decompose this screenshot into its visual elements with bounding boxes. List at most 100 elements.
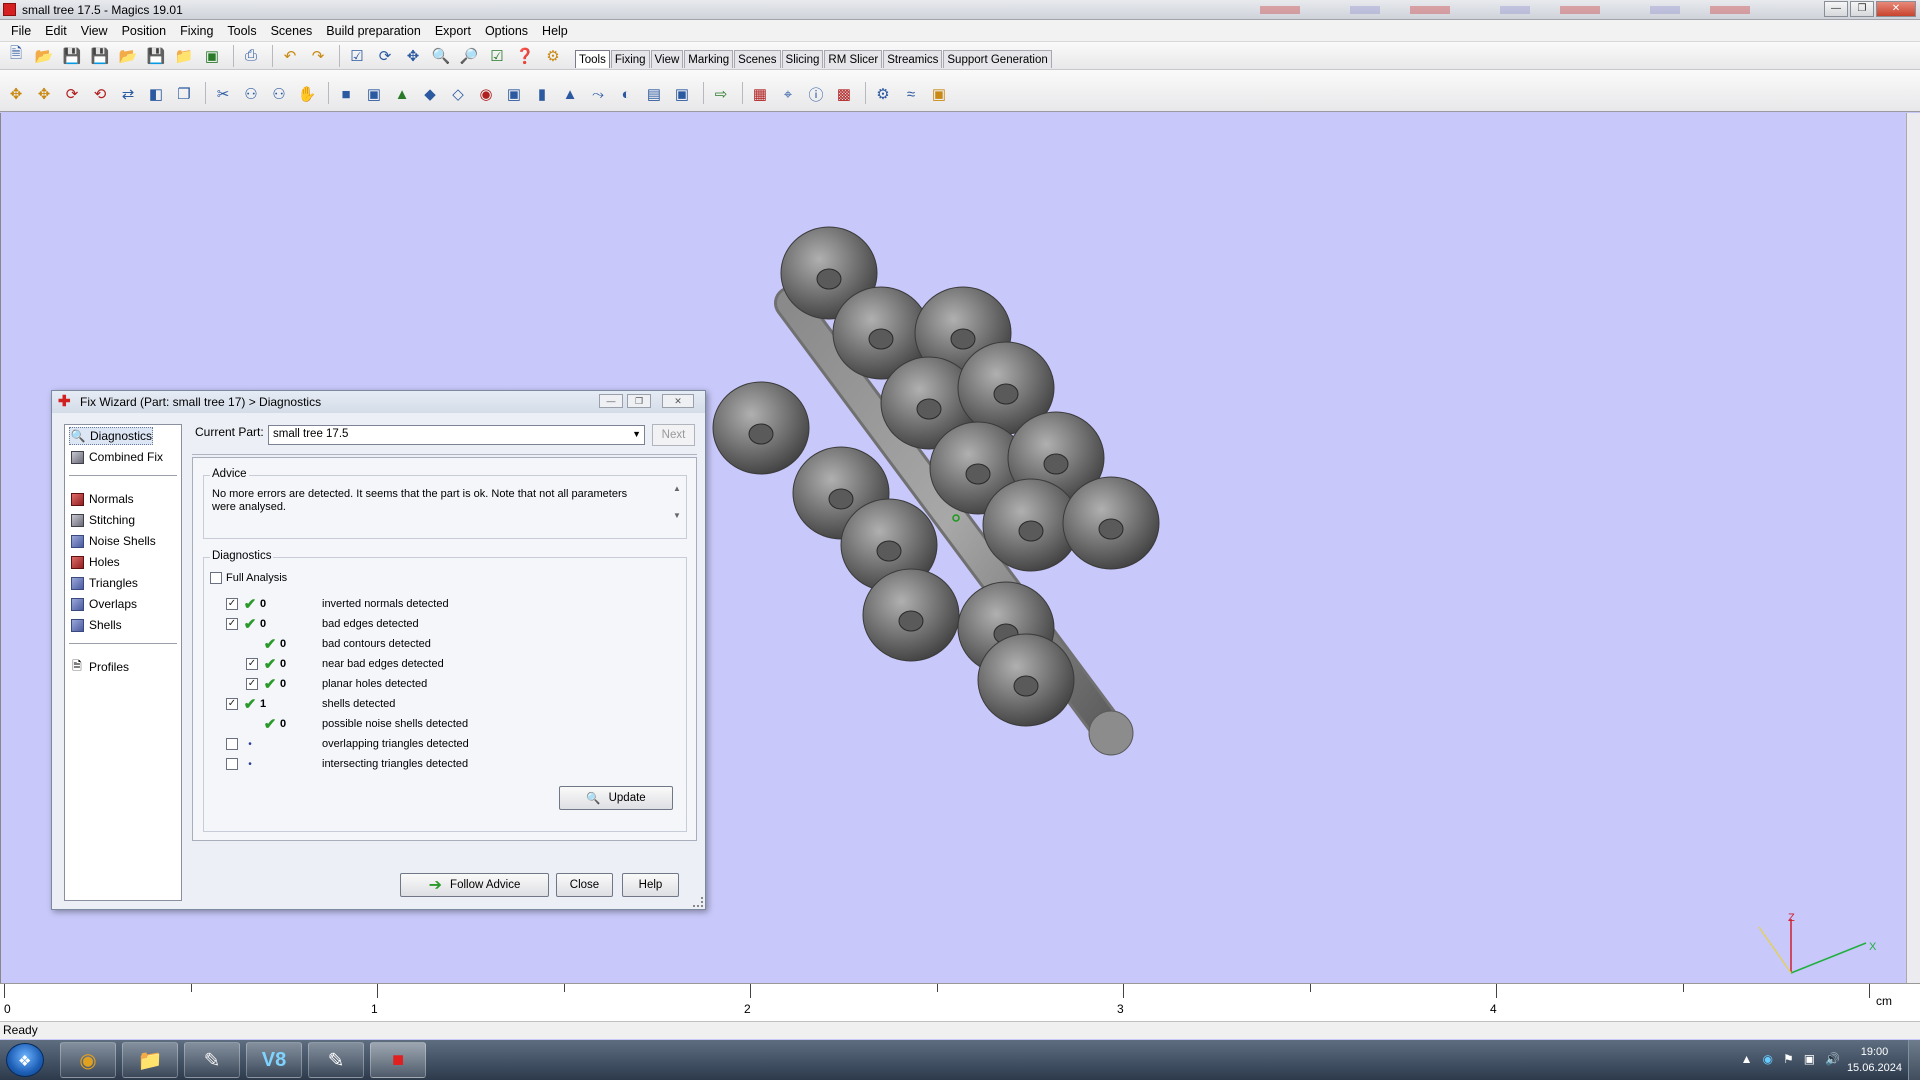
menu-position[interactable]: Position bbox=[115, 24, 173, 38]
magics-icon[interactable]: ✎ bbox=[308, 1042, 364, 1078]
nest-icon[interactable]: ▩ bbox=[832, 82, 856, 106]
menu-view[interactable]: View bbox=[74, 24, 115, 38]
label-icon[interactable]: ▦ bbox=[748, 82, 772, 106]
cylinder-icon[interactable]: ▮ bbox=[530, 82, 554, 106]
viewport-scrollbar[interactable] bbox=[1906, 113, 1920, 983]
diagnostic-checkbox[interactable] bbox=[226, 738, 238, 750]
resize-grip[interactable] bbox=[693, 897, 703, 907]
load-scene-icon[interactable]: 📁 bbox=[172, 44, 196, 68]
measure-icon[interactable]: ⌖ bbox=[776, 82, 800, 106]
settings-icon[interactable]: ⚙ bbox=[871, 82, 895, 106]
help-icon[interactable]: ❓ bbox=[513, 44, 537, 68]
merge-icon[interactable]: ◉ bbox=[474, 82, 498, 106]
diagnostic-checkbox[interactable] bbox=[226, 598, 238, 610]
maximize-button[interactable]: ❐ bbox=[1850, 1, 1874, 17]
dialog-maximize-button[interactable]: ❐ bbox=[627, 394, 651, 408]
shell-icon[interactable]: ◇ bbox=[446, 82, 470, 106]
v8-icon[interactable]: V8 bbox=[246, 1042, 302, 1078]
wave-icon[interactable]: ≈ bbox=[899, 82, 923, 106]
menu-export[interactable]: Export bbox=[428, 24, 478, 38]
next-button[interactable]: Next bbox=[652, 424, 695, 446]
update-button[interactable]: 🔍 Update bbox=[559, 786, 673, 810]
acrobat-icon[interactable]: ■ bbox=[370, 1042, 426, 1078]
translate-icon[interactable]: ✥ bbox=[4, 82, 28, 106]
current-part-select[interactable]: small tree 17.5 ▼ bbox=[268, 425, 645, 445]
diagnostic-checkbox[interactable] bbox=[226, 758, 238, 770]
nav-holes[interactable]: Holes bbox=[69, 553, 120, 571]
part-info-icon[interactable]: ⓘ bbox=[804, 82, 828, 106]
menu-edit[interactable]: Edit bbox=[38, 24, 74, 38]
nav-overlaps[interactable]: Overlaps bbox=[69, 595, 137, 613]
import-part-icon[interactable]: 📂 bbox=[116, 44, 140, 68]
folder-icon[interactable]: 📁 bbox=[122, 1042, 178, 1078]
rotate-view-icon[interactable]: ⟳ bbox=[373, 44, 397, 68]
package-icon[interactable]: ▣ bbox=[927, 82, 951, 106]
menu-options[interactable]: Options bbox=[478, 24, 535, 38]
tab-support-generation[interactable]: Support Generation bbox=[943, 49, 1052, 68]
tab-slicing[interactable]: Slicing bbox=[781, 49, 824, 68]
undo-icon[interactable]: ↶ bbox=[278, 44, 302, 68]
nav-profiles[interactable]: 🗎 Profiles bbox=[69, 658, 129, 676]
curve-icon[interactable]: ⤳ bbox=[586, 82, 610, 106]
rescale-icon[interactable]: ◧ bbox=[144, 82, 168, 106]
extrude-icon[interactable]: ▲ bbox=[390, 82, 414, 106]
menu-scenes[interactable]: Scenes bbox=[264, 24, 320, 38]
menu-help[interactable]: Help bbox=[535, 24, 575, 38]
rotate-icon[interactable]: ⟳ bbox=[60, 82, 84, 106]
close-button[interactable]: ✕ bbox=[1876, 1, 1916, 17]
clock[interactable]: 19:00 15.06.2024 bbox=[1847, 1044, 1902, 1076]
box-icon[interactable]: ▣ bbox=[502, 82, 526, 106]
tab-fixing[interactable]: Fixing bbox=[610, 49, 650, 68]
follow-advice-button[interactable]: ➔ Follow Advice bbox=[400, 873, 549, 897]
network-icon[interactable]: ◉ bbox=[1762, 1052, 1772, 1066]
translate-to-default-icon[interactable]: ✥ bbox=[32, 82, 56, 106]
frame-icon[interactable]: ▣ bbox=[670, 82, 694, 106]
duplicate-icon[interactable]: ❐ bbox=[172, 82, 196, 106]
rotate-arbitrary-icon[interactable]: ⟲ bbox=[88, 82, 112, 106]
nav-stitching[interactable]: Stitching bbox=[69, 511, 135, 529]
tree-icon[interactable]: ▲ bbox=[558, 82, 582, 106]
select-icon[interactable]: ☑ bbox=[345, 44, 369, 68]
nav-diagnostics[interactable]: 🔍 Diagnostics bbox=[69, 427, 154, 445]
tab-view[interactable]: View bbox=[650, 49, 684, 68]
menu-file[interactable]: File bbox=[4, 24, 38, 38]
close-dialog-button[interactable]: Close bbox=[556, 873, 613, 897]
nav-combined-fix[interactable]: Combined Fix bbox=[69, 448, 163, 466]
menu-tools[interactable]: Tools bbox=[220, 24, 263, 38]
tab-rm-slicer[interactable]: RM Slicer bbox=[824, 49, 883, 68]
device-icon[interactable]: ▣ bbox=[1804, 1052, 1815, 1066]
punch-icon[interactable]: ⚇ bbox=[239, 82, 263, 106]
save-icon[interactable]: 💾 bbox=[60, 44, 84, 68]
section-icon[interactable]: ▤ bbox=[642, 82, 666, 106]
tab-scenes[interactable]: Scenes bbox=[734, 49, 781, 68]
nav-shells[interactable]: Shells bbox=[69, 616, 122, 634]
offset-icon[interactable]: ◆ bbox=[418, 82, 442, 106]
show-hidden-icons-icon[interactable]: ▲ bbox=[1741, 1052, 1753, 1066]
mirror-icon[interactable]: ⇄ bbox=[116, 82, 140, 106]
start-button[interactable]: ❖ bbox=[6, 1043, 44, 1077]
language-flag-icon[interactable]: ⚑ bbox=[1783, 1052, 1794, 1066]
new-file-icon[interactable]: 🗎 bbox=[4, 44, 28, 68]
hand-icon[interactable]: ✋ bbox=[295, 82, 319, 106]
context-help-icon[interactable]: ⚙ bbox=[541, 44, 565, 68]
align-icon[interactable]: ⇨ bbox=[709, 82, 733, 106]
open-file-icon[interactable]: 📂 bbox=[32, 44, 56, 68]
chrome-icon[interactable]: ◉ bbox=[60, 1042, 116, 1078]
nav-noise-shells[interactable]: Noise Shells bbox=[69, 532, 156, 550]
print-icon[interactable]: ⎙ bbox=[239, 44, 263, 68]
split-icon[interactable]: ⚇ bbox=[267, 82, 291, 106]
diagnostic-checkbox[interactable] bbox=[226, 698, 238, 710]
diagnostic-checkbox[interactable] bbox=[246, 658, 258, 670]
zoom-window-icon[interactable]: 🔎 bbox=[457, 44, 481, 68]
dialog-minimize-button[interactable]: — bbox=[599, 394, 623, 408]
dialog-title-bar[interactable]: ✚ Fix Wizard (Part: small tree 17) > Dia… bbox=[52, 391, 705, 413]
diagnostic-checkbox[interactable] bbox=[226, 618, 238, 630]
nav-triangles[interactable]: Triangles bbox=[69, 574, 138, 592]
tab-streamics[interactable]: Streamics bbox=[883, 49, 943, 68]
boolean-icon[interactable]: ■ bbox=[334, 82, 358, 106]
advice-scrollbar[interactable]: ▲ ▼ bbox=[672, 484, 682, 528]
unload-part-icon[interactable]: ▣ bbox=[200, 44, 224, 68]
dialog-close-button[interactable]: ✕ bbox=[662, 394, 694, 408]
show-desktop-button[interactable] bbox=[1908, 1040, 1920, 1080]
zoom-icon[interactable]: 🔍 bbox=[429, 44, 453, 68]
